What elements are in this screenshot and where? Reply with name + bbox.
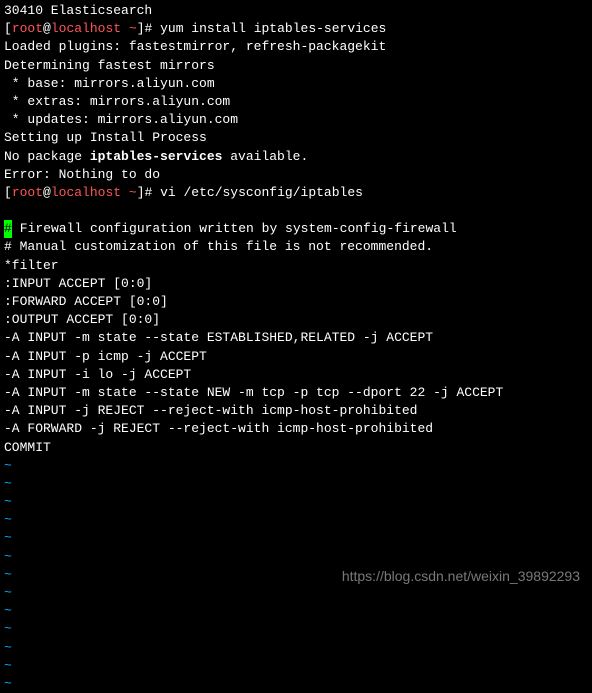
output-line: * updates: mirrors.aliyun.com — [4, 111, 588, 129]
host: localhost — [51, 21, 121, 36]
cursor: # — [4, 220, 12, 238]
vi-tilde-line: ~ — [4, 457, 588, 475]
vi-line[interactable]: -A INPUT -m state --state NEW -m tcp -p … — [4, 384, 588, 402]
output-line: No package iptables-services available. — [4, 148, 588, 166]
watermark: https://blog.csdn.net/weixin_39892293 — [342, 567, 580, 587]
vi-line[interactable]: COMMIT — [4, 439, 588, 457]
output-line: Loaded plugins: fastestmirror, refresh-p… — [4, 38, 588, 56]
output-line: * extras: mirrors.aliyun.com — [4, 93, 588, 111]
output-line: Determining fastest mirrors — [4, 57, 588, 75]
cwd: ~ — [129, 21, 137, 36]
vi-line[interactable]: -A INPUT -j REJECT --reject-with icmp-ho… — [4, 402, 588, 420]
vi-line[interactable]: :INPUT ACCEPT [0:0] — [4, 275, 588, 293]
vi-tilde-line: ~ — [4, 620, 588, 638]
command-2: vi /etc/sysconfig/iptables — [160, 185, 363, 200]
prompt-line-1[interactable]: [root@localhost ~]# yum install iptables… — [4, 20, 588, 38]
vi-tilde-line: ~ — [4, 493, 588, 511]
output-line: * base: mirrors.aliyun.com — [4, 75, 588, 93]
vi-text: Firewall configuration written by system… — [12, 221, 457, 236]
prompt-line-2[interactable]: [root@localhost ~]# vi /etc/sysconfig/ip… — [4, 184, 588, 202]
vi-line[interactable]: # Manual customization of this file is n… — [4, 238, 588, 256]
vi-tilde-line: ~ — [4, 548, 588, 566]
vi-line[interactable]: -A INPUT -i lo -j ACCEPT — [4, 366, 588, 384]
output-text: available. — [222, 149, 308, 164]
vi-line[interactable]: *filter — [4, 257, 588, 275]
host: localhost — [51, 185, 121, 200]
cwd: ~ — [129, 185, 137, 200]
output-line: Error: Nothing to do — [4, 166, 588, 184]
package-name: iptables-services — [90, 149, 223, 164]
blank-line — [4, 202, 588, 220]
vi-line[interactable]: -A FORWARD -j REJECT --reject-with icmp-… — [4, 420, 588, 438]
vi-tilde-line: ~ — [4, 529, 588, 547]
vi-tilde-line: ~ — [4, 602, 588, 620]
user: root — [12, 185, 43, 200]
command-1: yum install iptables-services — [160, 21, 386, 36]
vi-line[interactable]: :OUTPUT ACCEPT [0:0] — [4, 311, 588, 329]
output-text: No package — [4, 149, 90, 164]
vi-tilde-line: ~ — [4, 511, 588, 529]
vi-line[interactable]: # Firewall configuration written by syst… — [4, 220, 588, 238]
top-fragment: 30410 Elasticsearch — [4, 2, 588, 20]
vi-line[interactable]: :FORWARD ACCEPT [0:0] — [4, 293, 588, 311]
vi-line[interactable]: -A INPUT -m state --state ESTABLISHED,RE… — [4, 329, 588, 347]
vi-tilde-line: ~ — [4, 657, 588, 675]
vi-tilde-line: ~ — [4, 675, 588, 693]
output-line: Setting up Install Process — [4, 129, 588, 147]
vi-line[interactable]: -A INPUT -p icmp -j ACCEPT — [4, 348, 588, 366]
user: root — [12, 21, 43, 36]
vi-tilde-line: ~ — [4, 639, 588, 657]
vi-tilde-line: ~ — [4, 475, 588, 493]
